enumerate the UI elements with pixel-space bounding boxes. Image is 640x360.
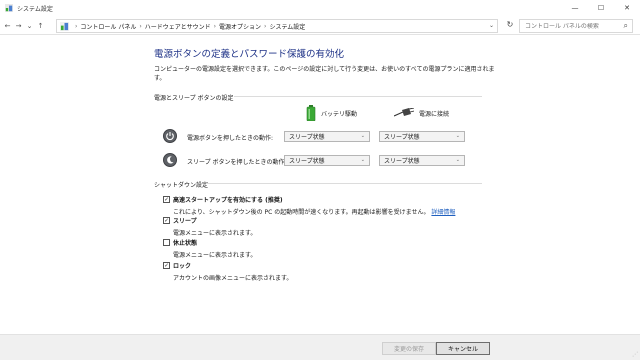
select-value: スリープ状態 bbox=[289, 158, 325, 165]
battery-column-header: バッテリ駆動 bbox=[306, 105, 357, 121]
breadcrumb-item-hardware-sound[interactable]: ハードウェアとサウンド bbox=[145, 22, 211, 31]
address-bar: ← → ⌄ ↑ › コントロール パネル › ハードウェアとサウンド › 電源オ… bbox=[0, 17, 640, 35]
breadcrumb-item-control-panel[interactable]: コントロール パネル bbox=[80, 22, 136, 31]
section-divider bbox=[206, 183, 482, 184]
power-section-label: 電源とスリープ ボタンの設定 bbox=[154, 95, 234, 102]
breadcrumb-item-system-settings[interactable]: システム設定 bbox=[269, 22, 305, 31]
refresh-icon[interactable]: ↻ bbox=[504, 20, 516, 32]
sleep-button-action-label: スリープ ボタンを押したときの動作: bbox=[187, 159, 287, 166]
search-input[interactable] bbox=[525, 22, 617, 30]
window-controls: — ☐ ✕ bbox=[562, 0, 640, 16]
sleep-button-battery-select[interactable]: スリープ状態 ⌄ bbox=[284, 155, 370, 166]
hibernate-checkbox[interactable] bbox=[163, 239, 170, 246]
fast-startup-description-text: これにより、シャットダウン後の PC の起動時間が速くなります。再起動は影響を受… bbox=[173, 209, 430, 216]
control-panel-icon bbox=[60, 21, 69, 31]
lock-checkbox[interactable]: ✓ bbox=[163, 262, 170, 269]
power-button-plugged-select[interactable]: スリープ状態 ⌄ bbox=[379, 131, 465, 142]
footer-bar: 変更の保存 キャンセル ⋰ bbox=[0, 334, 640, 360]
hibernate-option-title: 休止状態 bbox=[173, 240, 198, 247]
page-title: 電源ボタンの定義とパスワード保護の有効化 bbox=[154, 49, 345, 60]
sleep-option[interactable]: ✓ スリープ 電源メニューに表示されます。 bbox=[163, 216, 256, 237]
minimize-button[interactable]: — bbox=[562, 0, 588, 16]
select-value: スリープ状態 bbox=[384, 134, 420, 141]
hibernate-option[interactable]: 休止状態 電源メニューに表示されます。 bbox=[163, 238, 256, 259]
lock-option-description: アカウントの画像メニューに表示されます。 bbox=[173, 275, 293, 282]
chevron-down-icon: ⌄ bbox=[360, 157, 365, 163]
power-button-action-label: 電源ボタンを押したときの動作: bbox=[187, 135, 274, 142]
sleep-option-description: 電源メニューに表示されます。 bbox=[173, 230, 257, 237]
maximize-button[interactable]: ☐ bbox=[588, 0, 614, 16]
page-description: コンピューターの電源設定を選択できます。このページの設定に対して行う変更は、お使… bbox=[154, 66, 495, 82]
sleep-button-icon bbox=[163, 153, 177, 167]
sleep-button-plugged-select[interactable]: スリープ状態 ⌄ bbox=[379, 155, 465, 166]
lock-option-title: ロック bbox=[173, 263, 192, 270]
breadcrumb-separator[interactable]: › bbox=[139, 23, 141, 30]
select-value: スリープ状態 bbox=[289, 134, 325, 141]
up-arrow-icon[interactable]: ↑ bbox=[35, 22, 46, 30]
title-bar: システム設定 — ☐ ✕ bbox=[0, 0, 640, 16]
fast-startup-description: これにより、シャットダウン後の PC の起動時間が速くなります。再起動は影響を受… bbox=[173, 207, 455, 216]
power-button-battery-select[interactable]: スリープ状態 ⌄ bbox=[284, 131, 370, 142]
breadcrumb-separator[interactable]: › bbox=[214, 23, 216, 30]
power-plug-icon bbox=[394, 108, 414, 117]
main-content: 電源ボタンの定義とパスワード保護の有効化 コンピューターの電源設定を選択できます… bbox=[0, 36, 640, 334]
forward-arrow-icon[interactable]: → bbox=[13, 22, 24, 30]
breadcrumb-item-power-options[interactable]: 電源オプション bbox=[219, 22, 261, 31]
plugged-column-label: 電源に接続 bbox=[419, 110, 450, 118]
fast-startup-option[interactable]: ✓ 高速スタートアップを有効にする (推奨) これにより、シャットダウン後の P… bbox=[163, 195, 455, 216]
lock-option[interactable]: ✓ ロック アカウントの画像メニューに表示されます。 bbox=[163, 261, 292, 282]
learn-more-link[interactable]: 詳細情報 bbox=[431, 209, 455, 216]
search-box[interactable]: ⌕ bbox=[519, 19, 633, 33]
chevron-down-icon: ⌄ bbox=[455, 133, 460, 139]
plugged-column-header: 電源に接続 bbox=[394, 108, 449, 118]
sleep-checkbox[interactable]: ✓ bbox=[163, 217, 170, 224]
breadcrumb-separator: › bbox=[75, 22, 78, 30]
select-value: スリープ状態 bbox=[384, 158, 420, 165]
hibernate-option-description: 電源メニューに表示されます。 bbox=[173, 252, 257, 259]
control-panel-icon bbox=[5, 4, 13, 12]
resize-grip-icon[interactable]: ⋰ bbox=[632, 351, 638, 358]
battery-icon bbox=[306, 105, 316, 121]
shutdown-section-label: シャットダウン設定 bbox=[154, 182, 209, 189]
cancel-button[interactable]: キャンセル bbox=[436, 342, 490, 355]
fast-startup-checkbox[interactable]: ✓ bbox=[163, 196, 170, 203]
chevron-down-icon: ⌄ bbox=[455, 157, 460, 163]
section-divider bbox=[234, 96, 482, 97]
fast-startup-title: 高速スタートアップを有効にする (推奨) bbox=[173, 197, 283, 204]
sleep-option-title: スリープ bbox=[173, 218, 197, 225]
save-changes-button[interactable]: 変更の保存 bbox=[382, 342, 436, 355]
recent-locations-chevron-icon[interactable]: ⌄ bbox=[24, 22, 35, 30]
back-arrow-icon[interactable]: ← bbox=[2, 22, 13, 30]
breadcrumb[interactable]: › コントロール パネル › ハードウェアとサウンド › 電源オプション › シ… bbox=[56, 19, 498, 33]
battery-column-label: バッテリ駆動 bbox=[321, 110, 358, 118]
close-button[interactable]: ✕ bbox=[614, 0, 640, 16]
power-button-icon bbox=[163, 129, 177, 143]
breadcrumb-separator[interactable]: › bbox=[264, 23, 266, 30]
address-dropdown-chevron-icon[interactable]: ⌄ bbox=[489, 22, 494, 29]
search-icon[interactable]: ⌕ bbox=[624, 21, 628, 31]
window-title: システム設定 bbox=[17, 5, 53, 13]
chevron-down-icon: ⌄ bbox=[360, 133, 365, 139]
